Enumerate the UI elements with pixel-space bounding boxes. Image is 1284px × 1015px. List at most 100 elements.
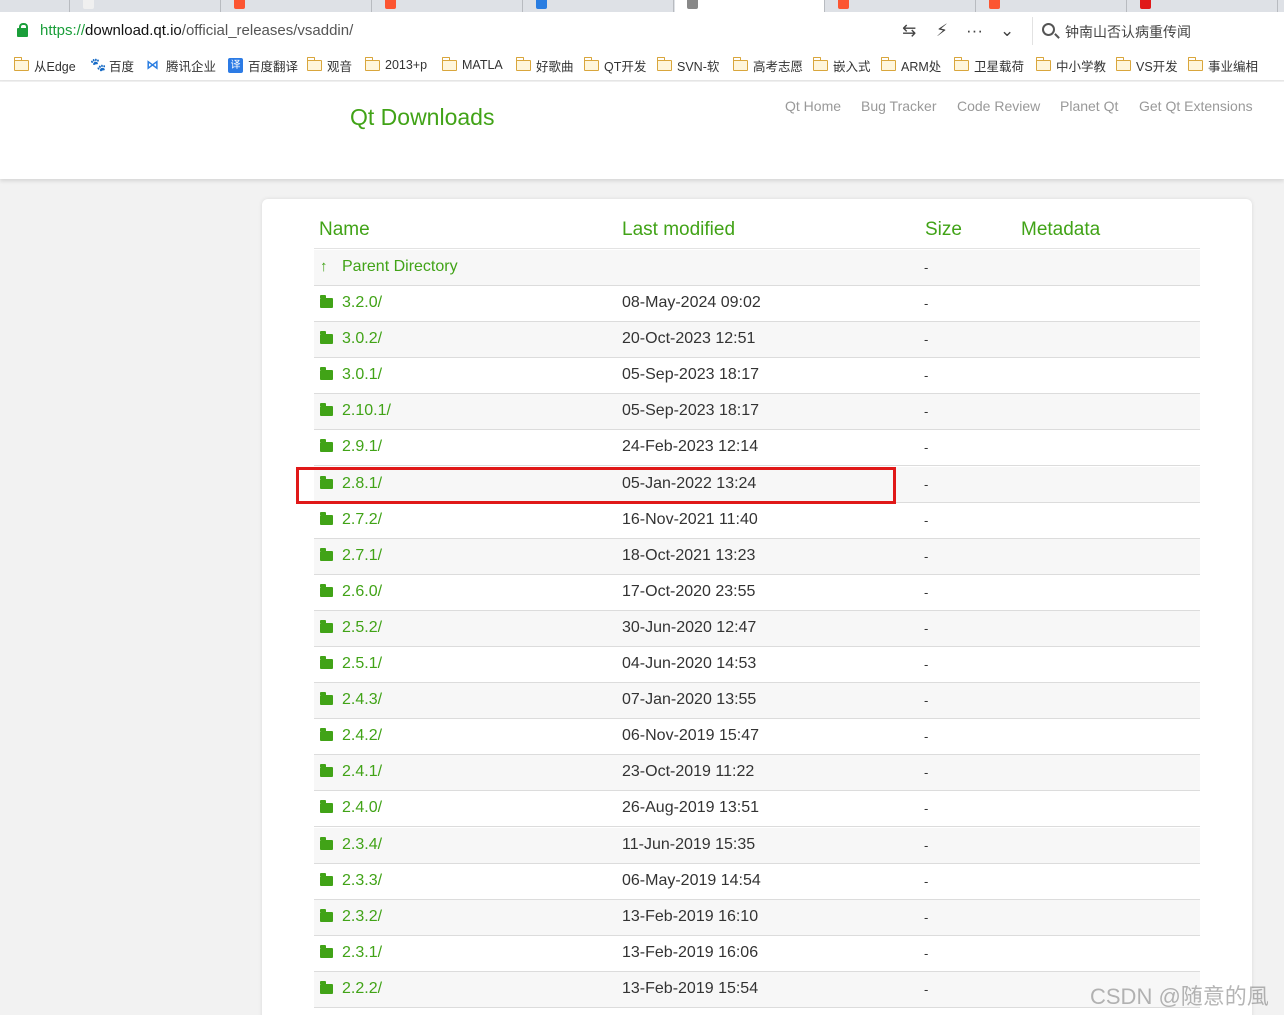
bookmark-item[interactable]: 卫星载荷	[954, 56, 1024, 74]
search-box[interactable]: 钟南山否认病重传闻	[1032, 17, 1284, 45]
bookmarks-bar: 从Edge 🐾 百度 ⋈ 腾讯企业译百度翻译 观音 2013+p MATLA 好歌曲 QT开发 SV…	[0, 48, 1284, 81]
directory-link[interactable]: 3.2.0/	[342, 294, 382, 312]
tab-favicon-icon	[838, 0, 849, 9]
more-icon[interactable]: ···	[966, 21, 983, 41]
parent-directory-link[interactable]: Parent Directory	[342, 258, 458, 276]
url-field[interactable]: https://download.qt.io/official_releases…	[0, 15, 1028, 45]
directory-link[interactable]: 2.4.0/	[342, 799, 382, 817]
bookmark-item[interactable]: SVN-软	[657, 56, 719, 74]
bookmark-item[interactable]: 中小学教	[1036, 56, 1106, 74]
browser-tab[interactable]	[675, 0, 825, 12]
arrow-up-icon: ↑	[320, 258, 328, 275]
bookmark-item[interactable]: 嵌入式	[813, 56, 871, 74]
directory-link[interactable]: 2.6.0/	[342, 583, 382, 601]
bookmark-label: MATLA	[462, 58, 503, 72]
url-text[interactable]: https://download.qt.io/official_releases…	[40, 22, 353, 39]
browser-tab[interactable]	[826, 0, 976, 12]
search-suggestion[interactable]: 钟南山否认病重传闻	[1065, 22, 1191, 42]
bookmark-item[interactable]: 好歌曲	[516, 56, 574, 74]
column-header-name[interactable]: Name	[319, 219, 370, 241]
directory-link[interactable]: 2.7.2/	[342, 511, 382, 529]
browser-tab[interactable]	[222, 0, 372, 12]
folder-icon	[320, 908, 333, 922]
table-row: 2.4.2/06-Nov-2019 15:47 -	[314, 719, 1200, 756]
directory-link[interactable]: 2.9.1/	[342, 438, 382, 456]
lightning-icon[interactable]: ⚡	[936, 21, 948, 41]
modified-cell: 24-Feb-2023 12:14	[622, 438, 759, 456]
column-header-last-modified[interactable]: Last modified	[622, 219, 735, 241]
folder-icon	[320, 583, 333, 597]
folder-icon	[442, 56, 457, 71]
folder-icon	[954, 56, 969, 71]
browser-tab[interactable]	[373, 0, 523, 12]
nav-link-qt-home[interactable]: Qt Home	[785, 98, 841, 114]
folder-icon	[320, 800, 333, 814]
directory-link[interactable]: 3.0.1/	[342, 366, 382, 384]
bookmark-label: 高考志愿	[753, 59, 804, 74]
browser-tab[interactable]	[524, 0, 674, 12]
directory-link[interactable]: 2.2.2/	[342, 980, 382, 998]
directory-link[interactable]: 2.3.1/	[342, 944, 382, 962]
table-row: 2.4.0/26-Aug-2019 13:51 -	[314, 791, 1200, 828]
directory-link[interactable]: 3.0.2/	[342, 330, 382, 348]
directory-link[interactable]: 2.10.1/	[342, 402, 391, 420]
column-header-size[interactable]: Size	[925, 219, 962, 241]
bookmark-item[interactable]: 高考志愿	[733, 56, 803, 74]
directory-link[interactable]: 2.4.1/	[342, 763, 382, 781]
browser-tab[interactable]	[0, 0, 70, 12]
directory-link[interactable]: 2.3.3/	[342, 872, 382, 890]
size-cell: -	[924, 296, 929, 311]
size-cell: -	[924, 332, 929, 348]
browser-tab[interactable]	[71, 0, 221, 12]
column-header-metadata[interactable]: Metadata	[1021, 219, 1100, 241]
url-toolbar: ⇆ ⚡ ··· ⌄	[896, 19, 1026, 47]
modified-cell: 05-Sep-2023 18:17	[622, 366, 759, 384]
size-cell: -	[924, 765, 929, 781]
bookmark-item[interactable]: 事业编相	[1188, 56, 1258, 74]
size-cell: -	[924, 729, 929, 745]
size-cell: -	[924, 909, 929, 925]
directory-link[interactable]: 2.4.2/	[342, 727, 382, 745]
bookmark-item[interactable]: 🐾 百度	[90, 56, 134, 74]
bookmark-item[interactable]: VS开发	[1116, 56, 1178, 74]
bookmark-item[interactable]: MATLA	[442, 56, 503, 74]
bookmark-item[interactable]: 观音	[307, 56, 352, 74]
tab-favicon-icon	[989, 0, 1000, 9]
directory-link[interactable]: 2.4.3/	[342, 691, 382, 709]
directory-link[interactable]: 2.5.1/	[342, 655, 382, 673]
directory-listing: Name Last modified Size Metadata ↑ Paren…	[262, 199, 1252, 1015]
folder-icon	[320, 619, 333, 633]
directory-link[interactable]: 2.3.2/	[342, 908, 382, 926]
lock-icon	[17, 23, 28, 37]
directory-link[interactable]: 2.5.2/	[342, 619, 382, 637]
table-row: 2.10.1/05-Sep-2023 18:17 -	[314, 394, 1200, 431]
nav-link-bug-tracker[interactable]: Bug Tracker	[861, 98, 936, 114]
nav-link-get-qt-extensions[interactable]: Get Qt Extensions	[1139, 98, 1253, 114]
parent-directory-row: ↑ Parent Directory -	[314, 250, 1200, 286]
directory-link[interactable]: 2.7.1/	[342, 547, 382, 565]
folder-icon	[320, 295, 333, 308]
browser-tab[interactable]	[977, 0, 1127, 12]
chevron-down-icon[interactable]: ⌄	[1000, 21, 1014, 41]
bookmark-item[interactable]: 从Edge	[14, 56, 76, 74]
table-row: 3.0.2/20-Oct-2023 12:51 -	[314, 322, 1200, 359]
folder-icon	[881, 56, 896, 71]
folder-icon	[320, 764, 333, 778]
directory-link[interactable]: 2.3.4/	[342, 836, 382, 854]
folder-icon	[1116, 56, 1131, 71]
listing-header-row: Name Last modified Size Metadata	[314, 211, 1200, 249]
bookmark-item[interactable]: 译百度翻译	[228, 56, 298, 74]
browser-tab[interactable]	[1128, 0, 1278, 12]
tab-favicon-icon	[536, 0, 547, 9]
modified-cell: 06-May-2019 14:54	[622, 871, 761, 889]
folder-icon	[320, 836, 333, 850]
modified-cell: 26-Aug-2019 13:51	[622, 799, 759, 817]
site-title[interactable]: Qt Downloads	[350, 104, 494, 131]
bookmark-item[interactable]: ARM处	[881, 56, 941, 74]
bookmark-item[interactable]: QT开发	[584, 56, 646, 74]
nav-link-code-review[interactable]: Code Review	[957, 98, 1040, 114]
translate-icon[interactable]: ⇆	[902, 21, 916, 41]
bookmark-item[interactable]: ⋈ 腾讯企业	[146, 56, 216, 74]
bookmark-item[interactable]: 2013+p	[365, 56, 427, 74]
nav-link-planet-qt[interactable]: Planet Qt	[1060, 98, 1118, 114]
